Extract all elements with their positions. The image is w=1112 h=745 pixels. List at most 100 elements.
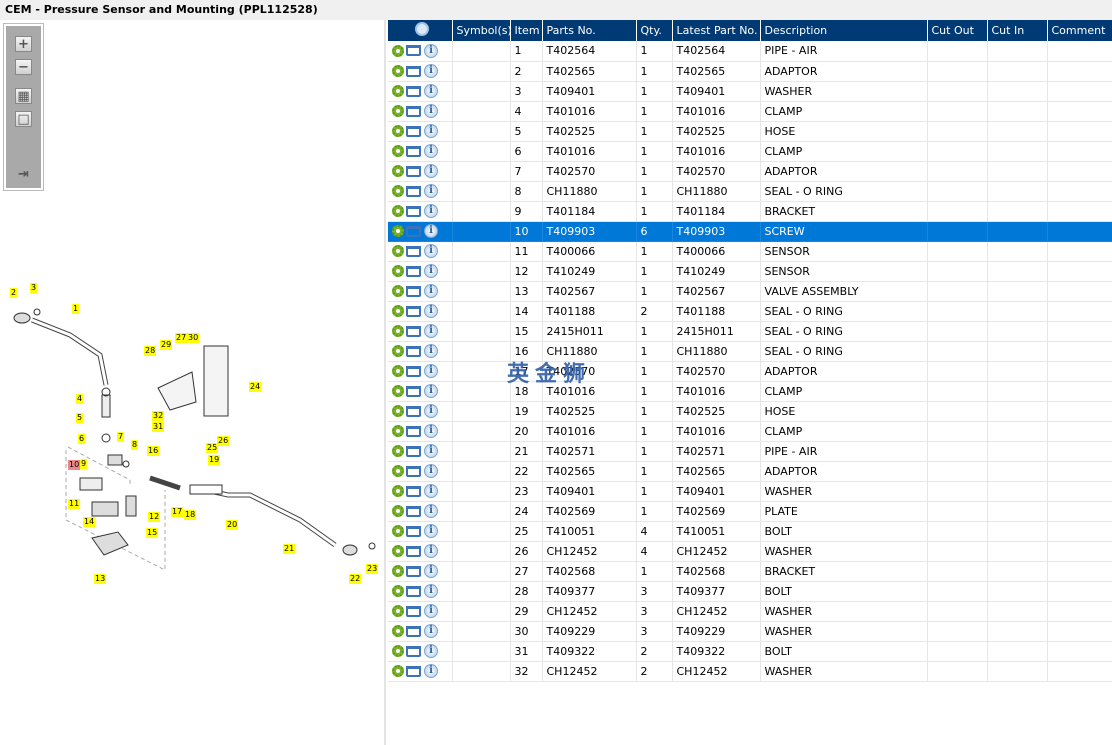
cart-icon[interactable] — [406, 525, 421, 537]
cart-icon[interactable] — [406, 365, 421, 377]
cart-icon[interactable] — [406, 605, 421, 617]
callout-29[interactable]: 29 — [160, 340, 173, 350]
cart-icon[interactable] — [406, 485, 421, 497]
cart-icon[interactable] — [406, 185, 421, 197]
info-icon[interactable]: i — [424, 324, 438, 338]
column-header-cut-in[interactable]: Cut In — [987, 20, 1048, 41]
table-row[interactable]: i 2 T402565 1 T402565 ADAPTOR — [388, 61, 1112, 82]
callout-8[interactable]: 8 — [131, 440, 139, 450]
info-icon[interactable]: i — [424, 164, 438, 178]
cell-cut-in[interactable] — [987, 301, 1048, 322]
cell-cut-out[interactable] — [927, 341, 988, 362]
cell-cut-in[interactable] — [987, 481, 1048, 502]
cell-comment[interactable] — [1047, 481, 1112, 502]
cell-cut-out[interactable] — [927, 141, 988, 162]
info-icon[interactable]: i — [424, 584, 438, 598]
cell-comment[interactable] — [1047, 121, 1112, 142]
info-icon[interactable]: i — [424, 104, 438, 118]
table-row[interactable]: i 10 T409903 6 T409903 SCREW — [388, 221, 1112, 242]
info-icon[interactable]: i — [424, 664, 438, 678]
cell-cut-in[interactable] — [987, 381, 1048, 402]
info-icon[interactable]: i — [424, 424, 438, 438]
cell-cut-out[interactable] — [927, 601, 988, 622]
cell-cut-in[interactable] — [987, 641, 1048, 662]
table-row[interactable]: i 6 T401016 1 T401016 CLAMP — [388, 141, 1112, 162]
cell-cut-out[interactable] — [927, 421, 988, 442]
info-icon[interactable]: i — [424, 284, 438, 298]
cell-comment[interactable] — [1047, 421, 1112, 442]
table-row[interactable]: i 3 T409401 1 T409401 WASHER — [388, 81, 1112, 102]
cell-comment[interactable] — [1047, 401, 1112, 422]
cart-icon[interactable] — [406, 325, 421, 337]
table-row[interactable]: i 22 T402565 1 T402565 ADAPTOR — [388, 461, 1112, 482]
gear-icon[interactable] — [392, 145, 404, 157]
cell-cut-in[interactable] — [987, 341, 1048, 362]
cell-cut-in[interactable] — [987, 261, 1048, 282]
cell-cut-in[interactable] — [987, 41, 1048, 62]
callout-23[interactable]: 23 — [366, 564, 379, 574]
column-header-qty[interactable]: Qty. — [636, 20, 673, 41]
cell-comment[interactable] — [1047, 601, 1112, 622]
info-icon[interactable]: i — [424, 43, 438, 58]
column-header-latest-part-no[interactable]: Latest Part No. — [672, 20, 761, 41]
cart-icon[interactable] — [406, 285, 421, 297]
cart-icon[interactable] — [406, 385, 421, 397]
actual-size-button[interactable]: □ — [15, 111, 32, 127]
cell-cut-out[interactable] — [927, 281, 988, 302]
cart-icon[interactable] — [406, 225, 421, 237]
gear-icon[interactable] — [392, 425, 404, 437]
cell-cut-in[interactable] — [987, 501, 1048, 522]
cell-comment[interactable] — [1047, 501, 1112, 522]
gear-icon[interactable] — [392, 225, 404, 237]
cell-cut-in[interactable] — [987, 161, 1048, 182]
info-icon[interactable]: i — [424, 224, 438, 238]
cell-cut-in[interactable] — [987, 661, 1048, 682]
table-row[interactable]: i 16 CH11880 1 CH11880 SEAL - O RING — [388, 341, 1112, 362]
gear-icon[interactable] — [392, 405, 404, 417]
callout-22[interactable]: 22 — [349, 574, 362, 584]
table-row[interactable]: i 1 T402564 1 T402564 PIPE - AIR — [388, 41, 1112, 62]
table-row[interactable]: i 13 T402567 1 T402567 VALVE ASSEMBLY — [388, 281, 1112, 302]
callout-16[interactable]: 16 — [147, 446, 160, 456]
info-icon[interactable]: i — [424, 124, 438, 138]
table-row[interactable]: i 9 T401184 1 T401184 BRACKET — [388, 201, 1112, 222]
cell-cut-out[interactable] — [927, 41, 988, 62]
cart-icon[interactable] — [406, 245, 421, 257]
cell-cut-in[interactable] — [987, 201, 1048, 222]
info-icon[interactable]: i — [424, 544, 438, 558]
info-icon[interactable]: i — [424, 344, 438, 358]
gear-icon[interactable] — [392, 465, 404, 477]
gear-icon[interactable] — [392, 65, 404, 77]
cell-cut-in[interactable] — [987, 621, 1048, 642]
column-header-parts-no[interactable]: Parts No. — [542, 20, 637, 41]
cell-comment[interactable] — [1047, 581, 1112, 602]
cell-cut-out[interactable] — [927, 201, 988, 222]
zoom-out-button[interactable]: − — [15, 59, 32, 75]
column-header-cut-out[interactable]: Cut Out — [927, 20, 988, 41]
fit-view-button[interactable]: ▦ — [15, 88, 32, 104]
cell-comment[interactable] — [1047, 361, 1112, 382]
gear-icon[interactable] — [392, 365, 404, 377]
info-icon[interactable]: i — [424, 444, 438, 458]
gear-icon[interactable] — [392, 565, 404, 577]
cell-comment[interactable] — [1047, 621, 1112, 642]
cart-icon[interactable] — [406, 205, 421, 217]
gear-icon[interactable] — [392, 525, 404, 537]
callout-9[interactable]: 9 — [80, 459, 88, 469]
gear-icon[interactable] — [392, 85, 404, 97]
cart-icon[interactable] — [406, 45, 421, 57]
info-icon[interactable]: i — [424, 644, 438, 658]
cell-cut-in[interactable] — [987, 281, 1048, 302]
cell-comment[interactable] — [1047, 61, 1112, 82]
cell-comment[interactable] — [1047, 661, 1112, 682]
gear-icon[interactable] — [392, 125, 404, 137]
gear-icon[interactable] — [392, 105, 404, 117]
callout-6[interactable]: 6 — [78, 434, 86, 444]
cell-cut-in[interactable] — [987, 241, 1048, 262]
zoom-in-button[interactable]: + — [15, 36, 32, 52]
search-preview-icon[interactable] — [414, 22, 429, 36]
cart-icon[interactable] — [406, 465, 421, 477]
cart-icon[interactable] — [406, 345, 421, 357]
cell-cut-out[interactable] — [927, 181, 988, 202]
table-row[interactable]: i 7 T402570 1 T402570 ADAPTOR — [388, 161, 1112, 182]
